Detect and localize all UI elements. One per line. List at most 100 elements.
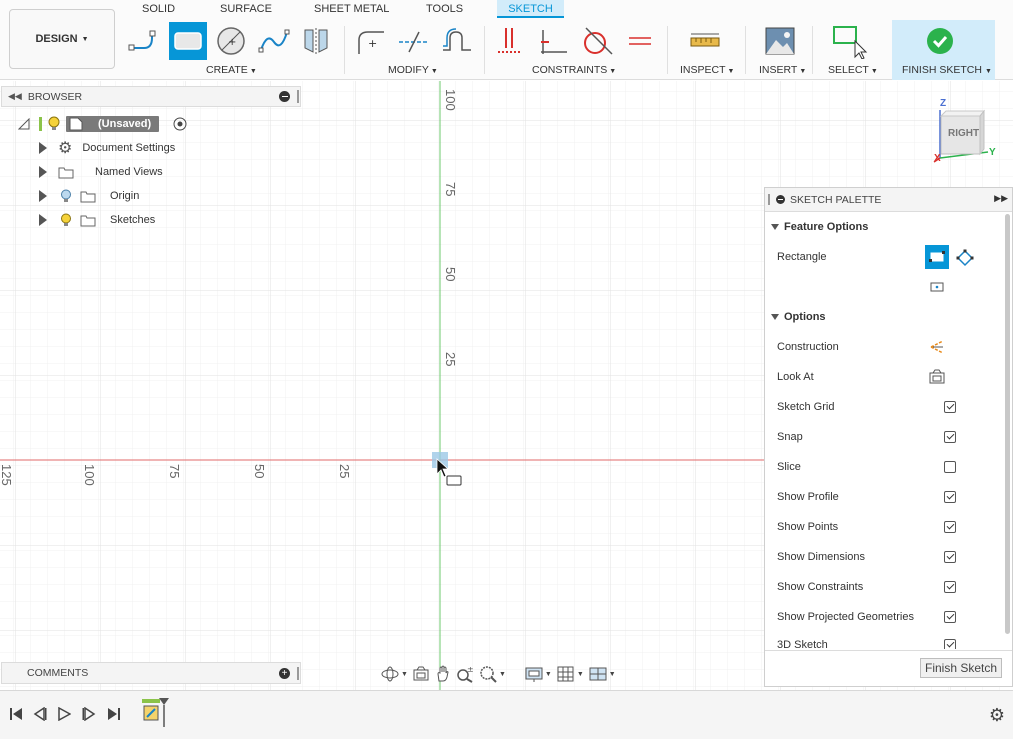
collapse-panel-icon[interactable]: ◀◀ [8,91,22,102]
show-dimensions-checkbox[interactable] [944,551,956,563]
coincident-constraint-button[interactable] [492,22,530,60]
expand-panel-icon[interactable]: ▶▶ [994,193,1008,204]
expand-triangle-icon[interactable] [36,189,50,203]
tab-sheet-metal[interactable]: SHEET METAL [308,0,395,18]
finish-sketch-toolbar-button[interactable]: FINISH SKETCH ▼ [892,20,995,80]
pan-button[interactable] [434,665,452,683]
constraints-label: CONSTRAINTS [532,64,608,76]
expand-triangle-icon[interactable] [36,165,50,179]
option-label: Show Dimensions [777,551,866,563]
panel-grip-icon[interactable] [768,194,770,205]
step-forward-icon[interactable] [82,707,96,721]
collapse-triangle-icon[interactable] [18,118,30,130]
select-menu[interactable]: SELECT ▼ [828,64,878,76]
insert-image-button[interactable] [761,22,799,60]
create-menu[interactable]: CREATE ▼ [206,64,257,76]
browser-item-label: Sketches [110,214,156,226]
sketch-feature-icon [143,705,159,721]
inspect-menu[interactable]: INSPECT ▼ [680,64,734,76]
palette-scrollbar[interactable] [1005,214,1010,634]
tab-tools[interactable]: TOOLS [420,0,469,18]
offset-tool-button[interactable] [438,22,476,60]
timeline-settings-gear-icon[interactable]: ⚙ [989,705,1005,726]
tab-surface[interactable]: SURFACE [214,0,278,18]
expand-triangle-icon[interactable] [36,141,50,155]
sketch-grid-checkbox[interactable] [944,401,956,413]
panel-grip-icon[interactable] [297,90,299,103]
grid-snaps-button[interactable]: ▼ [556,665,584,683]
lightbulb-off-icon[interactable] [60,189,72,204]
measure-tool-button[interactable] [686,22,724,60]
axis-tick-label: 75 [443,182,458,197]
3d-sketch-checkbox[interactable] [944,639,956,649]
expand-triangle-icon[interactable] [36,213,50,227]
view-cube[interactable]: RIGHT Z Y X [928,96,1000,168]
look-at-icon[interactable] [929,369,945,385]
show-constraints-row: Show Constraints [777,577,987,597]
play-icon[interactable] [57,707,71,721]
look-at-nav-button[interactable] [412,665,430,683]
display-settings-button[interactable]: ▼ [524,665,552,683]
radio-target-icon[interactable] [173,117,187,131]
timeline-bar: ⚙ [0,690,1013,739]
browser-root-row[interactable]: (Unsaved) [18,113,187,135]
panel-grip-icon[interactable] [297,667,299,680]
feature-options-section[interactable]: Feature Options [771,221,868,233]
slice-checkbox[interactable] [944,461,956,473]
root-component-node[interactable]: (Unsaved) [66,116,160,132]
equal-icon [629,37,651,45]
modify-menu[interactable]: MODIFY ▼ [388,64,438,76]
construction-line-icon[interactable] [929,339,945,355]
design-label: DESIGN [35,33,78,45]
select-tool-button[interactable] [831,22,869,60]
browser-item-document-settings[interactable]: ⚙ Document Settings [36,137,175,159]
timeline-marker-icon[interactable] [158,697,170,727]
lightbulb-icon[interactable] [60,213,72,228]
step-back-icon[interactable] [33,707,47,721]
show-constraints-checkbox[interactable] [944,581,956,593]
zoom-window-button[interactable]: ▼ [478,665,506,683]
tangent-constraint-button[interactable] [578,22,616,60]
viewports-button[interactable]: ▼ [588,665,616,683]
view-cube-face-label[interactable]: RIGHT [948,128,979,139]
spline-tool-button[interactable] [255,22,293,60]
comments-title: COMMENTS [27,667,89,679]
two-point-rectangle-button[interactable] [925,245,949,269]
finish-sketch-button[interactable]: Finish Sketch [920,658,1002,678]
show-points-checkbox[interactable] [944,521,956,533]
lightbulb-icon[interactable] [47,116,61,132]
snap-checkbox[interactable] [944,431,956,443]
finish-label: FINISH SKETCH [902,64,982,76]
add-comment-icon[interactable]: + [279,668,290,679]
mirror-tool-button[interactable] [297,22,335,60]
trim-tool-button[interactable] [395,22,433,60]
show-projected-geometries-checkbox[interactable] [944,611,956,623]
go-to-end-icon[interactable] [107,707,121,721]
circle-tool-button[interactable]: + [212,22,250,60]
center-rectangle-button[interactable] [929,280,945,294]
browser-item-named-views[interactable]: Named Views [36,161,163,183]
show-profile-checkbox[interactable] [944,491,956,503]
option-label: Show Profile [777,491,839,503]
design-workspace-button[interactable]: DESIGN ▼ [9,9,115,69]
perpendicular-constraint-button[interactable] [535,22,573,60]
zoom-button[interactable]: ± [456,665,474,683]
minus-circle-icon[interactable] [279,91,290,102]
go-to-start-icon[interactable] [9,707,23,721]
constraints-menu[interactable]: CONSTRAINTS ▼ [532,64,616,76]
equal-constraint-button[interactable] [621,22,659,60]
insert-menu[interactable]: INSERT ▼ [759,64,806,76]
orbit-button[interactable]: ▼ [380,665,408,683]
rectangle-tool-button[interactable] [169,22,207,60]
three-point-rectangle-button[interactable] [955,248,975,268]
tab-solid[interactable]: SOLID [136,0,181,18]
coincident-icon [498,28,520,53]
minus-circle-icon[interactable] [776,195,785,204]
svg-text:+: + [228,37,236,48]
browser-item-sketches[interactable]: Sketches [36,209,155,231]
browser-item-origin[interactable]: Origin [36,185,139,207]
line-tool-button[interactable] [126,22,164,60]
options-section[interactable]: Options [771,311,826,323]
fillet-tool-button[interactable]: + [352,22,390,60]
tab-sketch[interactable]: SKETCH [497,0,564,18]
